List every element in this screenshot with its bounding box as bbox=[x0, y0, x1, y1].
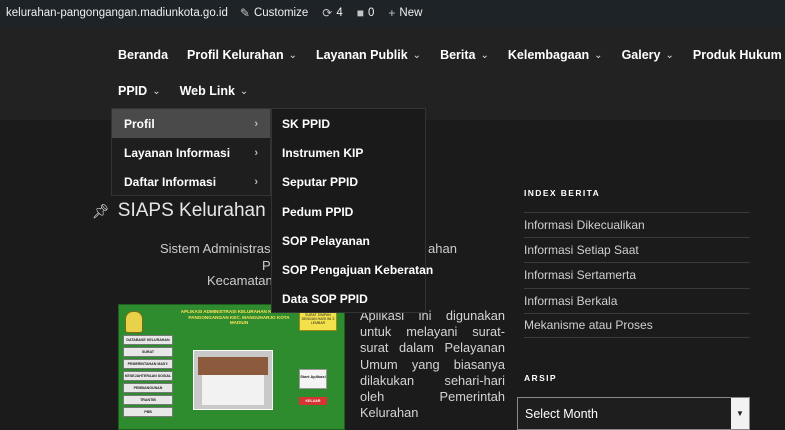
chevron-down-icon: ⌄ bbox=[412, 49, 422, 61]
arsip-heading: ARSIP bbox=[524, 373, 557, 383]
nav-row-2: PPID ⌄ Web Link ⌄ bbox=[118, 84, 267, 98]
chevron-down-icon: ⌄ bbox=[288, 49, 297, 61]
nav-item-kelembagaan[interactable]: Kelembagaan ⌄ bbox=[508, 48, 603, 62]
nav-item-produk-hukum[interactable]: Produk Hukum⌄ bbox=[693, 48, 785, 62]
index-berita-item[interactable]: Informasi Berkala bbox=[524, 287, 750, 313]
post-subtitle-line-1-tail: ahan bbox=[428, 241, 457, 256]
submenu-item-sk-ppid[interactable]: SK PPID bbox=[272, 109, 425, 138]
post-subtitle-line-1: Sistem Administrasi I bbox=[160, 241, 281, 256]
banner-side-item: PEMBANGUNAN bbox=[123, 383, 173, 393]
banner-building-photo bbox=[193, 350, 273, 410]
post-title-text: SIAPS Kelurahan bbox=[117, 200, 266, 221]
siaps-banner-image: APLIKASI ADMINISTRASI KELURAHAN KELURAHA… bbox=[118, 304, 345, 430]
updates-link[interactable]: ⟳ 4 bbox=[322, 6, 342, 20]
nav-item-profil-kelurahan[interactable]: Profil Kelurahan ⌄ bbox=[187, 48, 297, 62]
submenu-item-layanan-informasi[interactable]: Layanan Informasi › bbox=[112, 138, 270, 167]
banner-side-item: DATABASE KELURAHAN bbox=[123, 335, 173, 345]
submenu-item-sop-pelayanan[interactable]: SOP Pelayanan bbox=[272, 226, 425, 255]
plus-icon: + bbox=[388, 6, 396, 20]
updates-count: 4 bbox=[336, 7, 343, 19]
nav-item-berita[interactable]: Berita ⌄ bbox=[440, 48, 489, 62]
comment-icon: ■ bbox=[356, 6, 364, 20]
brush-icon: ✎ bbox=[239, 6, 250, 20]
site-name-link[interactable]: kelurahan-pangongangan.madiunkota.go.id bbox=[0, 7, 228, 19]
banner-side-menu: DATABASE KELURAHAN SURAT PEMERINTAHAN MA… bbox=[123, 335, 173, 419]
select-arrow-icon: ▼ bbox=[731, 398, 749, 429]
submenu-item-instrumen-kip[interactable]: Instrumen KIP bbox=[272, 138, 425, 167]
chevron-right-icon: › bbox=[254, 117, 258, 130]
nav-item-ppid[interactable]: PPID ⌄ bbox=[118, 84, 161, 98]
submenu-item-sop-pengajuan-keberatan[interactable]: SOP Pengajuan Keberatan bbox=[272, 255, 433, 284]
chevron-down-icon: ⌄ bbox=[665, 49, 674, 61]
archive-month-select[interactable]: Select Month ▼ bbox=[517, 397, 750, 430]
updates-icon: ⟳ bbox=[322, 6, 333, 20]
banner-side-item: TRANTIB bbox=[123, 395, 173, 405]
banner-side-item: PBB bbox=[123, 407, 173, 417]
customize-link[interactable]: ✎ Customize bbox=[240, 6, 308, 20]
nav-item-layanan-publik[interactable]: Layanan Publik ⌄ bbox=[316, 48, 421, 62]
new-content-link[interactable]: + New bbox=[388, 6, 422, 20]
comments-count: 0 bbox=[367, 7, 375, 19]
pin-icon: 📌︎ bbox=[92, 202, 110, 219]
chevron-right-icon: › bbox=[254, 175, 258, 188]
banner-keluar-button: KELUAR bbox=[299, 397, 327, 405]
banner-side-item: PEMERINTAHAN MASY. bbox=[123, 359, 173, 369]
archive-select-value: Select Month bbox=[525, 406, 598, 421]
submenu-item-daftar-informasi[interactable]: Daftar Informasi › bbox=[112, 167, 270, 196]
post-subtitle-line-3: Kecamatan bbox=[207, 273, 273, 288]
main-navigation: Beranda Profil Kelurahan ⌄ Layanan Publik… bbox=[0, 26, 785, 120]
nav-item-galery[interactable]: Galery ⌄ bbox=[622, 48, 674, 62]
customize-label: Customize bbox=[253, 7, 309, 19]
banner-side-item: SURAT bbox=[123, 347, 173, 357]
index-berita-list: Informasi Dikecualikan Informasi Setiap … bbox=[524, 212, 750, 338]
index-berita-item[interactable]: Informasi Setiap Saat bbox=[524, 237, 750, 262]
new-label: New bbox=[399, 7, 423, 19]
index-berita-heading: INDEX BERITA bbox=[524, 188, 601, 198]
index-berita-item[interactable]: Informasi Dikecualikan bbox=[524, 212, 750, 237]
nav-row-1: Beranda Profil Kelurahan ⌄ Layanan Publik… bbox=[118, 48, 785, 62]
submenu-item-pedum-ppid[interactable]: Pedum PPID bbox=[272, 197, 425, 226]
chevron-down-icon: ⌄ bbox=[239, 85, 249, 97]
banner-side-item: KESEJAHTERAAN SOSIAL bbox=[123, 371, 173, 381]
submenu-item-seputar-ppid[interactable]: Seputar PPID bbox=[272, 168, 425, 197]
admin-bar: kelurahan-pangongangan.madiunkota.go.id … bbox=[0, 0, 785, 26]
index-berita-item[interactable]: Mekanisme atau Proses bbox=[524, 312, 750, 338]
index-berita-item[interactable]: Informasi Sertamerta bbox=[524, 262, 750, 287]
post-subtitle-line-2: P bbox=[262, 258, 271, 273]
comments-link[interactable]: ■ 0 bbox=[357, 6, 375, 20]
chevron-down-icon: ⌄ bbox=[152, 85, 161, 97]
nav-item-web-link[interactable]: Web Link ⌄ bbox=[180, 84, 249, 98]
chevron-down-icon: ⌄ bbox=[480, 49, 489, 61]
submenu-item-profil[interactable]: Profil › bbox=[112, 109, 270, 138]
ppid-submenu: Profil › Layanan Informasi › Daftar Inform… bbox=[111, 108, 271, 196]
submenu-item-data-sop-ppid[interactable]: Data SOP PPID bbox=[272, 285, 425, 314]
banner-start-button: Start Aplikasi bbox=[299, 369, 327, 389]
nav-item-beranda[interactable]: Beranda bbox=[118, 48, 168, 62]
post-excerpt: Aplikasi ini digunakan untuk melayani su… bbox=[360, 308, 505, 421]
chevron-down-icon: ⌄ bbox=[594, 49, 603, 61]
kota-madiun-logo bbox=[125, 311, 143, 333]
post-title[interactable]: 📌︎ SIAPS Kelurahan bbox=[92, 200, 266, 222]
chevron-right-icon: › bbox=[254, 146, 258, 159]
profil-submenu: SK PPID Instrumen KIP Seputar PPID Pedum… bbox=[271, 108, 433, 314]
